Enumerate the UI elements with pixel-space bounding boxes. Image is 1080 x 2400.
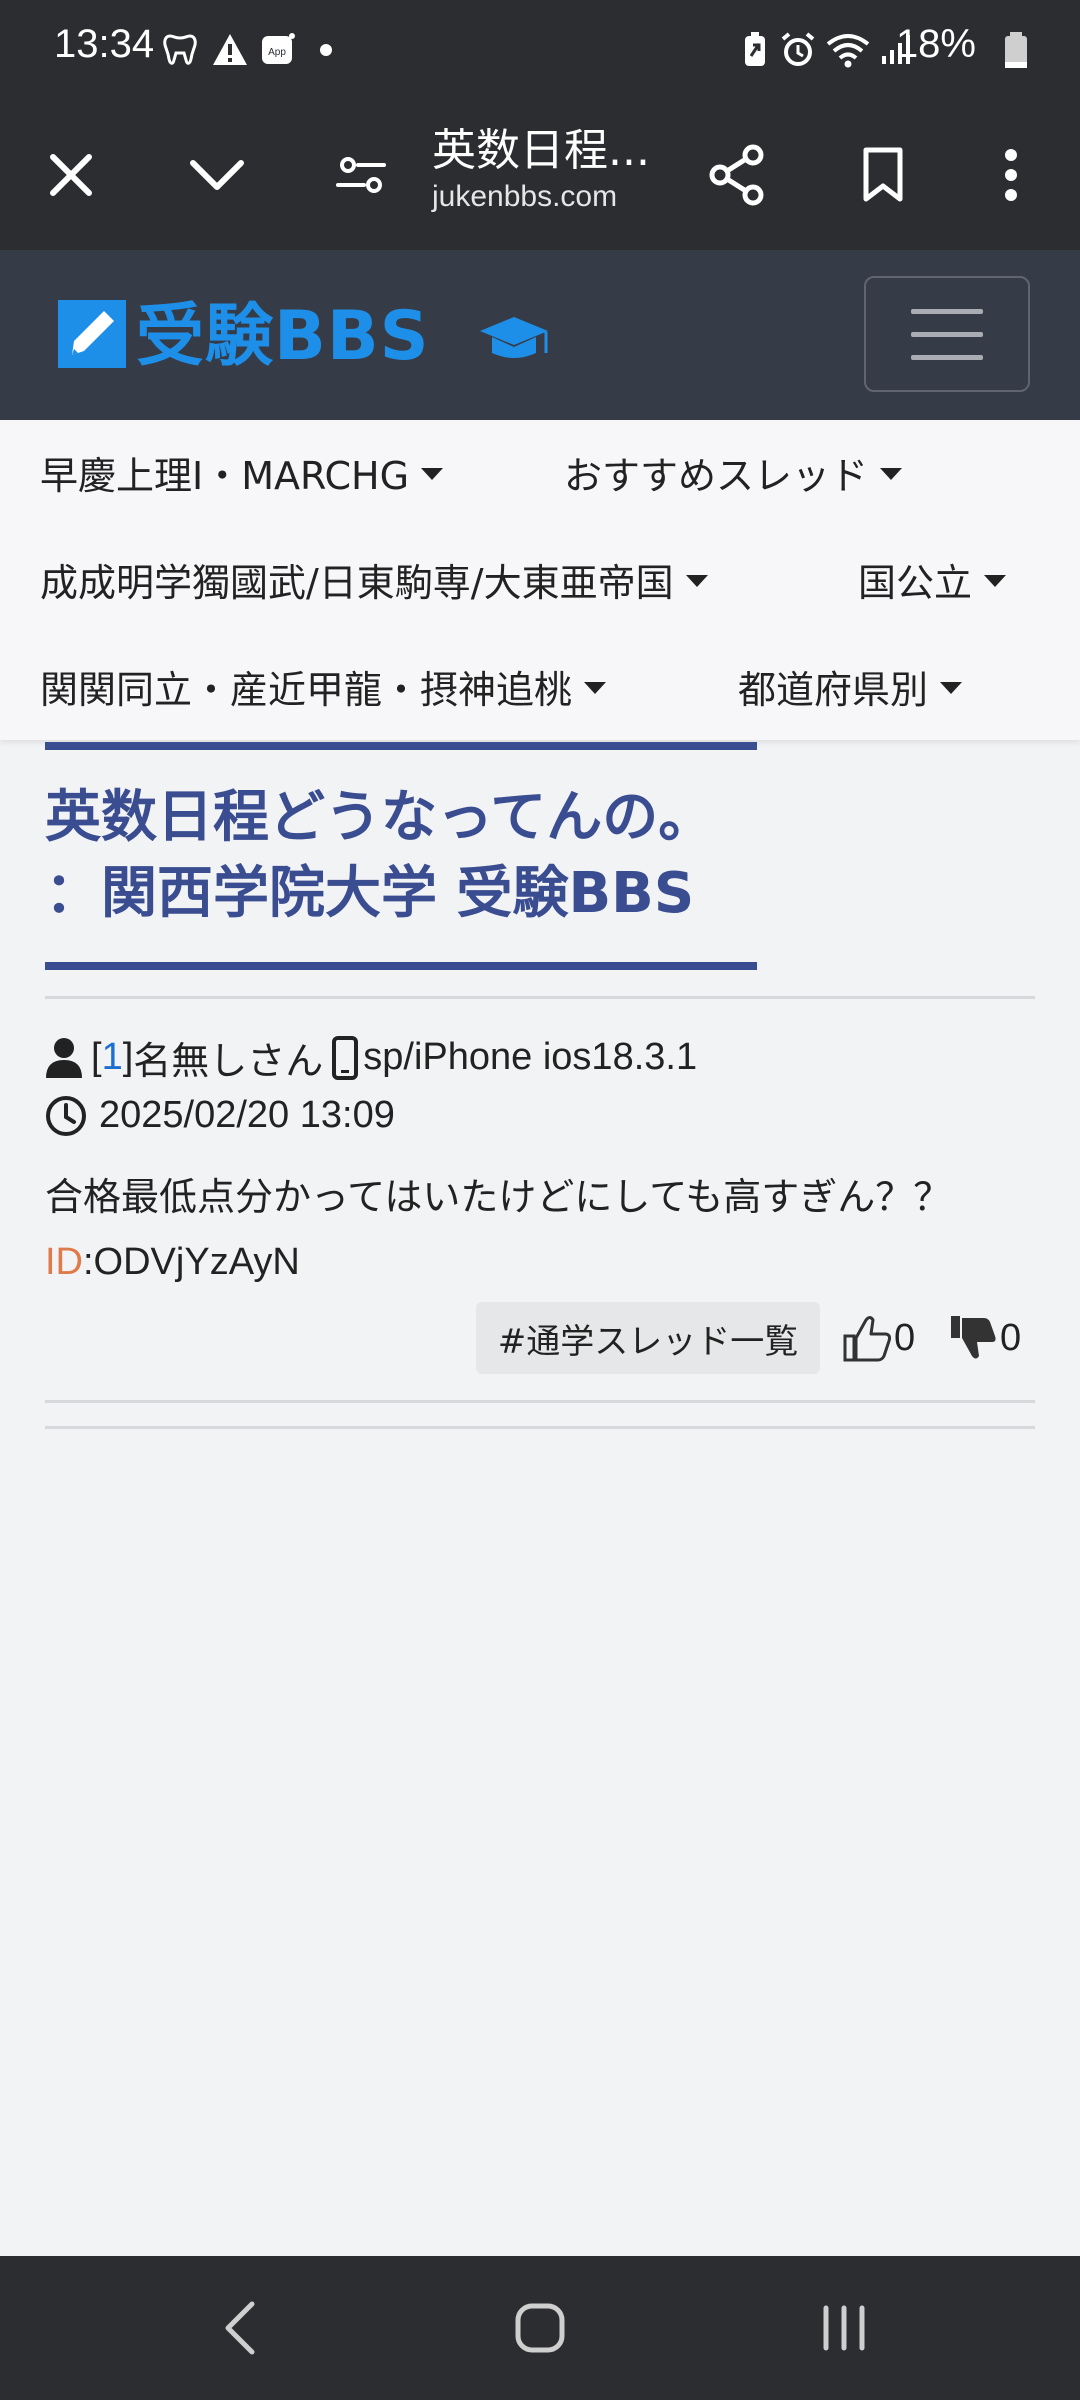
post-header: [1] 名無しさん sp/iPhone ios18.3.1 xyxy=(45,1030,697,1085)
page-title: 英数日程... xyxy=(432,125,650,176)
caret-down-icon xyxy=(940,681,963,694)
close-icon xyxy=(50,154,92,196)
post-author: 名無しさん xyxy=(133,1041,324,1083)
home-icon[interactable] xyxy=(510,2298,570,2358)
user-icon xyxy=(46,1037,82,1078)
title-top-border xyxy=(45,742,757,750)
bookmark-button[interactable] xyxy=(838,130,928,220)
title-bottom-border xyxy=(45,962,757,970)
like-button[interactable]: 0 xyxy=(842,1308,915,1368)
browser-toolbar: 英数日程... jukenbbs.com xyxy=(0,100,1080,250)
id-label: ID xyxy=(45,1241,83,1283)
tooth-icon xyxy=(163,34,197,65)
recents-icon[interactable] xyxy=(814,2298,874,2358)
bookmark-icon xyxy=(863,147,903,202)
dislike-count: 0 xyxy=(1000,1316,1022,1359)
status-time: 13:34 xyxy=(54,22,155,66)
thread-title: 英数日程どうなってんの。 ：関西学院大学 受験BBS xyxy=(45,785,715,926)
nav-item-national[interactable]: 国公立 xyxy=(858,552,1007,607)
thumbs-up-icon xyxy=(843,1316,892,1362)
battery-icon xyxy=(1005,32,1027,68)
caret-down-icon xyxy=(984,574,1007,587)
close-button[interactable] xyxy=(26,130,116,220)
nav-item-recommended[interactable]: おすすめスレッド xyxy=(564,445,903,500)
system-nav-bar xyxy=(0,2256,1080,2400)
post-number-link[interactable]: 1 xyxy=(102,1036,123,1079)
site-settings-button[interactable] xyxy=(316,130,406,220)
logo-text: 受験BBS xyxy=(136,297,430,375)
divider xyxy=(45,1400,1035,1403)
app-icon: App xyxy=(262,33,295,64)
tune-icon xyxy=(336,157,386,193)
divider xyxy=(45,996,1035,999)
page-domain: jukenbbs.com xyxy=(432,180,618,213)
post-datetime-row: 2025/02/20 13:09 xyxy=(45,1094,395,1137)
like-count: 0 xyxy=(894,1316,916,1359)
share-icon xyxy=(709,144,764,206)
hamburger-menu-button[interactable] xyxy=(864,276,1030,392)
status-bar: 13:34 App 18% xyxy=(0,0,1080,100)
battery-percent: 18% xyxy=(895,22,976,66)
site-logo[interactable]: 受験BBS xyxy=(56,295,576,375)
nav-item-soukei[interactable]: 早慶上理I・MARCHG xyxy=(40,445,444,500)
site-header: 受験BBS xyxy=(0,250,1080,420)
clock-icon xyxy=(46,1095,86,1136)
hamburger-icon xyxy=(911,308,983,314)
tag-link[interactable]: #通学スレッド一覧 xyxy=(476,1302,820,1374)
caret-down-icon xyxy=(421,467,444,480)
back-icon[interactable] xyxy=(212,2298,272,2358)
svg-text:App: App xyxy=(268,47,286,58)
post-datetime: 2025/02/20 13:09 xyxy=(99,1094,395,1136)
more-vert-icon xyxy=(1005,149,1017,201)
post-body: 合格最低点分かってはいたけどにしても高すぎん？？ xyxy=(45,1175,952,1219)
nav-item-kankandoritsu[interactable]: 関関同立・産近甲龍・摂神追桃 xyxy=(40,659,607,714)
share-button[interactable] xyxy=(692,130,782,220)
divider xyxy=(45,1426,1035,1429)
nav-item-prefecture[interactable]: 都道府県別 xyxy=(738,659,963,714)
category-nav: 早慶上理I・MARCHG おすすめスレッド 成成明学獨國武/日東駒専/大東亜帝国… xyxy=(0,420,1080,740)
thumbs-down-icon xyxy=(951,1316,996,1359)
caret-down-icon xyxy=(685,574,708,587)
id-value: :ODVjYzAyN xyxy=(83,1241,300,1283)
post-id-row: ID:ODVjYzAyN xyxy=(45,1241,300,1284)
alarm-icon xyxy=(781,32,815,66)
warning-icon xyxy=(213,34,247,65)
more-button[interactable] xyxy=(966,130,1056,220)
caret-down-icon xyxy=(880,467,903,480)
nav-item-seisei[interactable]: 成成明学獨國武/日東駒専/大東亜帝国 xyxy=(40,552,708,607)
wifi-icon xyxy=(826,34,870,68)
caret-down-icon xyxy=(584,681,607,694)
address-area[interactable]: 英数日程... jukenbbs.com xyxy=(420,100,680,250)
post-device: sp/iPhone ios18.3.1 xyxy=(363,1036,698,1078)
mobile-icon xyxy=(332,1035,359,1080)
chevron-down-icon xyxy=(190,160,244,190)
dislike-button[interactable]: 0 xyxy=(948,1308,1021,1368)
battery-saver-icon xyxy=(745,32,765,66)
dot-icon xyxy=(320,44,332,56)
collapse-button[interactable] xyxy=(172,130,262,220)
